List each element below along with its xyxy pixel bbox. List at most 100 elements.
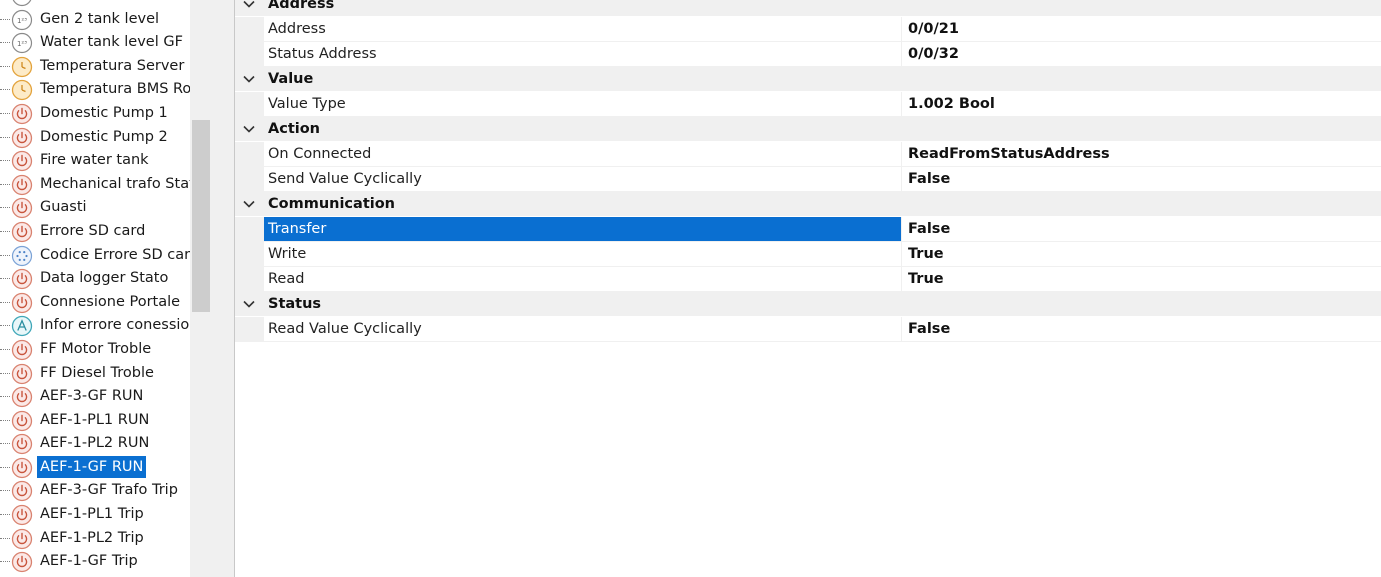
power-icon bbox=[11, 103, 33, 125]
dotted-circle-icon bbox=[11, 245, 33, 267]
property-value[interactable]: 1.002 Bool bbox=[908, 92, 995, 116]
tree-scrollbar[interactable] bbox=[190, 0, 212, 577]
tree-item-label: AEF-1-PL2 Trip bbox=[40, 529, 144, 546]
property-value[interactable]: False bbox=[908, 167, 950, 191]
letter-a-icon bbox=[11, 315, 33, 337]
tree-item-label: Fire water tank bbox=[40, 152, 149, 169]
property-name[interactable]: Status Address bbox=[264, 42, 902, 66]
tree-item[interactable]: Domestic Pump 2 bbox=[0, 126, 190, 150]
tree-item[interactable]: AEF-1-PL2 RUN bbox=[0, 432, 190, 456]
tree-item[interactable]: AEF-3-GF RUN bbox=[0, 385, 190, 409]
tree-item[interactable]: 1²³ Gen 1 tank level bbox=[0, 0, 190, 8]
property-name[interactable]: Read bbox=[264, 267, 902, 291]
property-row[interactable]: Read True bbox=[235, 267, 1381, 292]
property-row[interactable]: Address 0/0/21 bbox=[235, 17, 1381, 42]
property-name[interactable]: Transfer bbox=[264, 217, 902, 241]
category-row[interactable]: Value bbox=[235, 67, 1381, 92]
power-icon bbox=[11, 174, 33, 196]
tree-connector-line bbox=[0, 254, 10, 256]
tree-connector-line bbox=[0, 325, 10, 327]
gauge-counter-icon: 1²³ bbox=[11, 9, 33, 31]
tree-item-label: AEF-1-GF RUN bbox=[37, 455, 147, 478]
property-name[interactable]: Value Type bbox=[264, 92, 902, 116]
gauge-counter-icon: 1²³ bbox=[11, 0, 33, 7]
property-gutter bbox=[235, 217, 264, 242]
category-row[interactable]: Communication bbox=[235, 192, 1381, 217]
tree-item[interactable]: AEF-3-GF Trafo Trip bbox=[0, 479, 190, 503]
property-row[interactable]: Read Value Cyclically False bbox=[235, 317, 1381, 342]
property-row[interactable]: Status Address 0/0/32 bbox=[235, 42, 1381, 67]
tree-connector-line bbox=[0, 443, 10, 445]
property-name[interactable]: On Connected bbox=[264, 142, 902, 166]
property-value[interactable]: 0/0/21 bbox=[908, 17, 959, 41]
tree-item[interactable]: AEF-1-PL1 RUN bbox=[0, 409, 190, 433]
tree-item[interactable]: Domestic Pump 1 bbox=[0, 102, 190, 126]
tree-item[interactable]: FF Diesel Troble bbox=[0, 362, 190, 386]
property-row[interactable]: Send Value Cyclically False bbox=[235, 167, 1381, 192]
category-row[interactable]: Action bbox=[235, 117, 1381, 142]
tree-item[interactable]: FF Motor Troble bbox=[0, 338, 190, 362]
property-name[interactable]: Read Value Cyclically bbox=[264, 317, 902, 341]
property-value[interactable]: True bbox=[908, 242, 944, 266]
tree-item[interactable]: 1²³ Gen 2 tank level bbox=[0, 8, 190, 32]
property-gutter bbox=[235, 167, 264, 192]
tree-item[interactable]: AEF-1-PL2 Trip bbox=[0, 527, 190, 551]
tree-item[interactable]: AEF-1-PL1 Trip bbox=[0, 503, 190, 527]
chevron-down-icon[interactable] bbox=[242, 297, 256, 311]
tree-connector-line bbox=[0, 561, 10, 563]
property-row[interactable]: Transfer False bbox=[235, 217, 1381, 242]
power-icon bbox=[11, 433, 33, 455]
tree-connector-line bbox=[0, 136, 10, 138]
tree-item[interactable]: Fire water tank bbox=[0, 149, 190, 173]
panel-splitter[interactable] bbox=[212, 0, 235, 577]
chevron-down-icon[interactable] bbox=[242, 122, 256, 136]
tree-item[interactable]: Data logger Stato bbox=[0, 267, 190, 291]
property-value[interactable]: False bbox=[908, 317, 950, 341]
property-name[interactable]: Address bbox=[264, 17, 902, 41]
power-icon bbox=[11, 386, 33, 408]
tree-item[interactable]: Temperatura BMS Roo bbox=[0, 78, 193, 102]
power-icon bbox=[11, 150, 33, 172]
chevron-down-icon[interactable] bbox=[242, 72, 256, 86]
tree-scroll-thumb[interactable] bbox=[192, 120, 210, 312]
property-value[interactable]: ReadFromStatusAddress bbox=[908, 142, 1110, 166]
tree-item[interactable]: Connesione Portale bbox=[0, 291, 190, 315]
tree-item-label: Errore SD card bbox=[40, 222, 146, 239]
property-row[interactable]: On Connected ReadFromStatusAddress bbox=[235, 142, 1381, 167]
property-name[interactable]: Write bbox=[264, 242, 902, 266]
property-value[interactable]: False bbox=[908, 217, 950, 241]
tree-item-label: AEF-3-GF Trafo Trip bbox=[40, 482, 178, 499]
property-gutter bbox=[235, 267, 264, 292]
power-icon bbox=[11, 127, 33, 149]
chevron-down-icon[interactable] bbox=[242, 197, 256, 211]
property-row[interactable]: Write True bbox=[235, 242, 1381, 267]
property-value[interactable]: True bbox=[908, 267, 944, 291]
tree-item[interactable]: Mechanical trafo Statu bbox=[0, 173, 193, 197]
thermometer-clock-icon bbox=[11, 79, 33, 101]
category-row[interactable]: Status bbox=[235, 292, 1381, 317]
power-icon bbox=[11, 551, 33, 573]
chevron-down-icon[interactable] bbox=[242, 0, 256, 11]
tree-item[interactable]: Temperatura Server Ro bbox=[0, 55, 193, 79]
power-icon bbox=[11, 197, 33, 219]
tree-connector-line bbox=[0, 514, 10, 516]
tree-item[interactable]: Errore SD card bbox=[0, 220, 190, 244]
power-icon bbox=[11, 457, 33, 479]
tree-item[interactable]: Infor errore conession bbox=[0, 314, 193, 338]
category-row[interactable]: Address bbox=[235, 0, 1381, 17]
property-row[interactable]: Value Type 1.002 Bool bbox=[235, 92, 1381, 117]
tree-item[interactable]: AEF-1-GF RUN bbox=[0, 455, 190, 480]
tree-item[interactable]: AEF-1-GF Trip bbox=[0, 550, 190, 574]
property-name[interactable]: Send Value Cyclically bbox=[264, 167, 902, 191]
tree-connector-line bbox=[0, 419, 10, 421]
tree-item-label: AEF-1-PL1 RUN bbox=[40, 411, 150, 428]
property-gutter bbox=[235, 17, 264, 42]
tree-connector-line bbox=[0, 65, 10, 67]
tree-item[interactable]: 1²³ Water tank level GF bbox=[0, 31, 190, 55]
power-icon bbox=[11, 268, 33, 290]
tree-item[interactable]: Guasti bbox=[0, 196, 190, 220]
tree-item[interactable]: Codice Errore SD card bbox=[0, 244, 193, 268]
tree-connector-line bbox=[0, 348, 10, 350]
property-grid: Address Address 0/0/21 Status Address 0/0/32… bbox=[235, 0, 1381, 342]
property-value[interactable]: 0/0/32 bbox=[908, 42, 959, 66]
